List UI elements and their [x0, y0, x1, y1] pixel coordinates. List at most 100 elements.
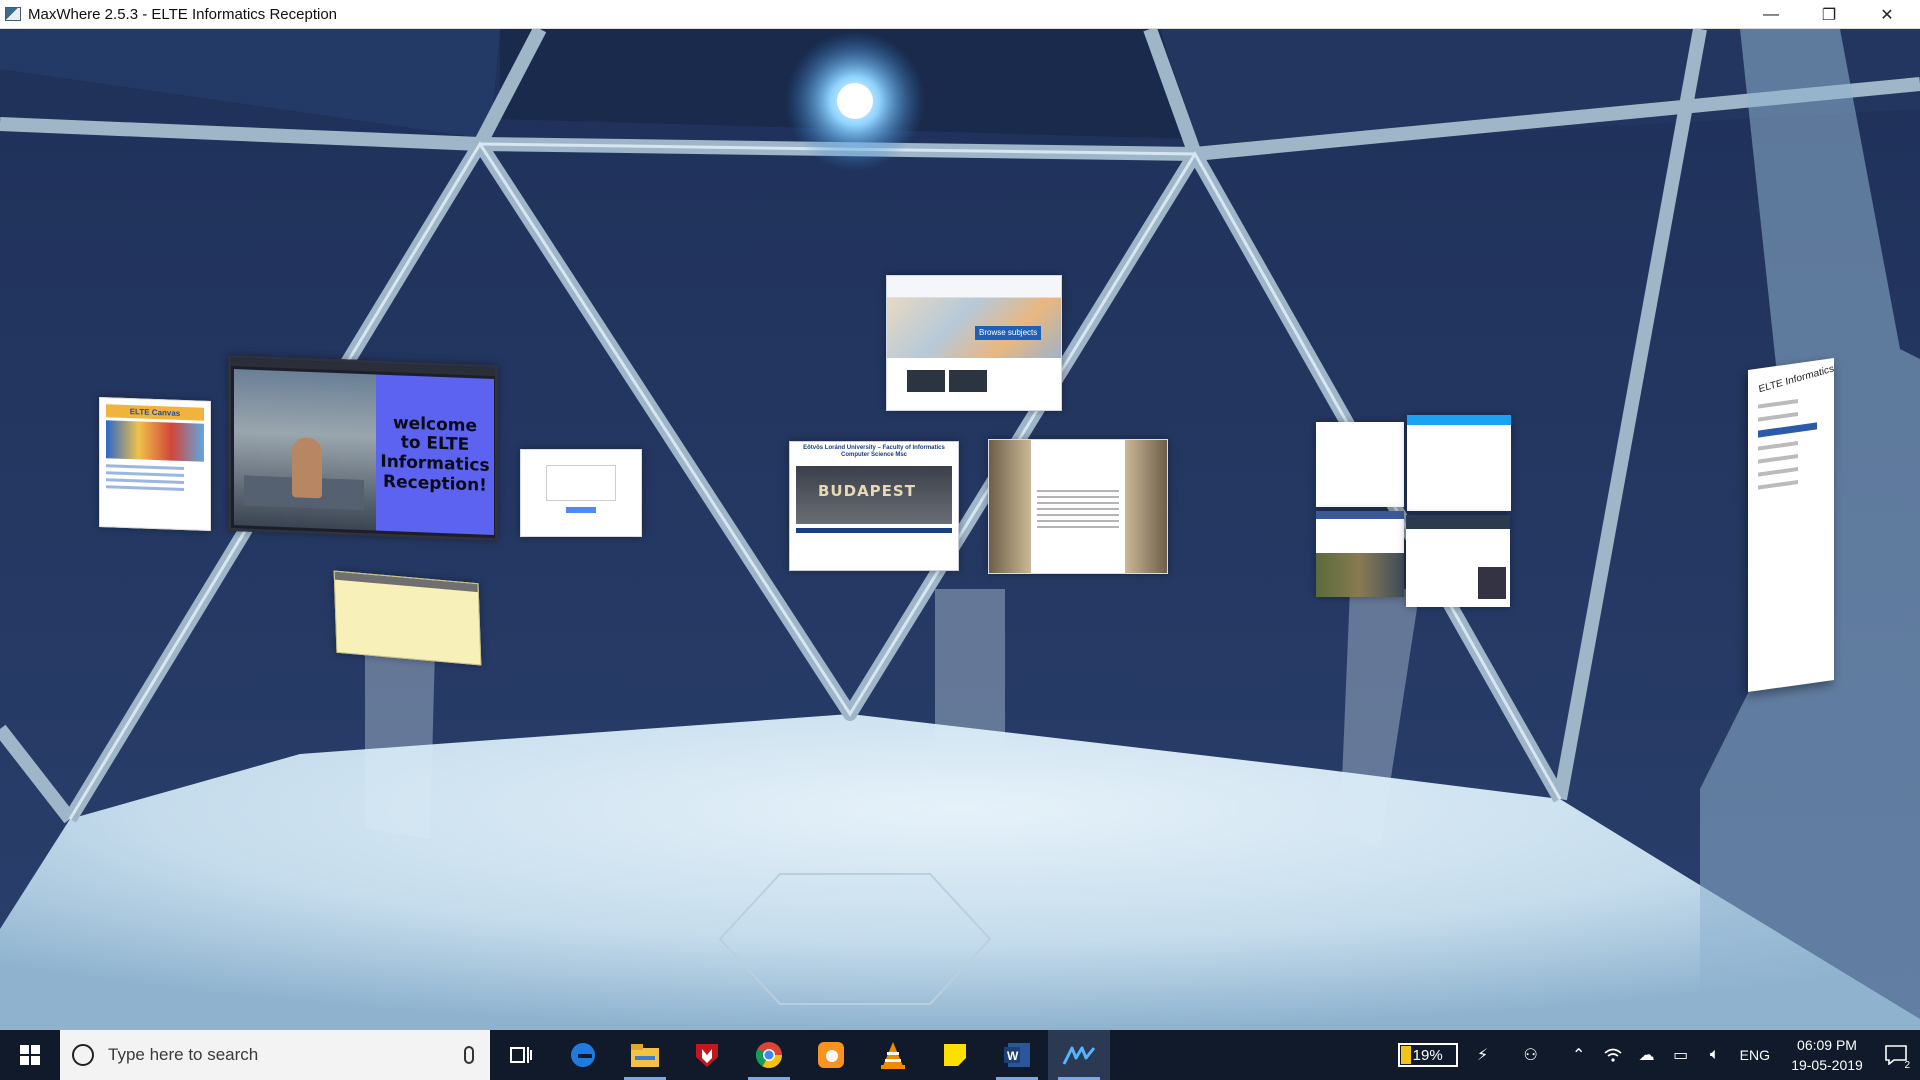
battery-tray-icon[interactable]: ▭ — [1668, 1042, 1694, 1068]
news-image — [1478, 567, 1506, 599]
menu-item[interactable] — [1758, 480, 1798, 490]
chevron-up-icon[interactable]: ⌃ — [1566, 1042, 1592, 1068]
windows-taskbar: Type here to search W 19% ⚡ ⚇ ⌃ ☁ ▭ 🔈︎ E… — [0, 1030, 1920, 1080]
welcome-presentation-panel[interactable]: welcome to ELTE Informatics Reception! — [228, 354, 498, 542]
battery-indicator[interactable]: 19% — [1397, 1043, 1458, 1067]
google-signin-panel[interactable] — [520, 449, 642, 537]
sticky-notes-icon — [944, 1044, 966, 1066]
windows-logo-icon — [20, 1045, 40, 1065]
menu-item[interactable] — [1758, 441, 1798, 451]
close-button[interactable]: ✕ — [1858, 0, 1916, 29]
close-icon: ✕ — [1880, 6, 1894, 24]
start-button[interactable] — [0, 1030, 60, 1080]
notification-count: 2 — [1904, 1060, 1910, 1071]
browse-subjects-button: Browse subjects — [975, 326, 1042, 340]
facebook-header — [1316, 511, 1404, 519]
news-header — [1406, 515, 1510, 529]
elte-canvas-panel[interactable]: ELTE Canvas — [99, 397, 211, 531]
battery-fill — [1400, 1046, 1411, 1064]
input-language[interactable]: ENG — [1740, 1047, 1770, 1063]
menu-item[interactable] — [1758, 454, 1798, 464]
cs-msc-panel[interactable]: Eötvös Loránd University – Faculty of In… — [789, 441, 959, 571]
signin-form — [546, 465, 616, 501]
battery-percent: 19% — [1412, 1046, 1443, 1064]
uc-browser-icon — [818, 1042, 844, 1068]
signin-button — [566, 507, 596, 513]
canvas-panel-title: ELTE Canvas — [106, 404, 204, 421]
system-tray: 19% ⚡ ⚇ ⌃ ☁ ▭ 🔈︎ ENG 06:09 PM 19-05-2019… — [1397, 1030, 1920, 1080]
menu-item-selected[interactable] — [1758, 422, 1818, 438]
cs-msc-title: Eötvös Loránd University – Faculty of In… — [803, 445, 945, 459]
hero-image: Browse subjects — [887, 298, 1061, 358]
news-thumbnails — [907, 370, 1061, 392]
onedrive-cloud-icon[interactable]: ☁ — [1634, 1042, 1660, 1068]
maxwhere-icon — [1062, 1046, 1096, 1065]
sticky-notes-app[interactable] — [924, 1030, 986, 1080]
canvas-banner-image — [106, 420, 204, 462]
reception-menu-title: ELTE Informatics Reception — [1758, 358, 1834, 396]
welcome-slide: welcome to ELTE Informatics Reception! — [376, 374, 494, 536]
file-explorer-app[interactable] — [614, 1030, 676, 1080]
budapest-banner: BUDAPEST — [796, 466, 952, 525]
twitter-panel[interactable] — [1407, 415, 1511, 511]
facebook-panel[interactable] — [1316, 511, 1404, 597]
search-placeholder: Type here to search — [108, 1045, 259, 1064]
people-icon[interactable]: ⚇ — [1518, 1042, 1544, 1068]
university-subjects-panel[interactable]: Browse subjects — [886, 275, 1062, 411]
cortana-icon — [72, 1044, 94, 1066]
facebook-photos — [1316, 553, 1404, 597]
edge-icon — [571, 1043, 595, 1067]
task-view-icon — [510, 1047, 532, 1063]
menu-item[interactable] — [1758, 467, 1798, 477]
word-icon: W — [1004, 1043, 1030, 1067]
notes-panel[interactable] — [333, 570, 482, 666]
menu-item[interactable] — [1758, 412, 1798, 422]
power-plug-icon[interactable]: ⚡ — [1470, 1042, 1496, 1068]
chrome-app[interactable] — [738, 1030, 800, 1080]
window-title: MaxWhere 2.5.3 - ELTE Informatics Recept… — [28, 5, 338, 23]
uc-browser-app[interactable] — [800, 1030, 862, 1080]
chrome-icon — [755, 1042, 783, 1069]
minimize-button[interactable]: — — [1742, 0, 1800, 29]
svg-text:W: W — [1007, 1049, 1019, 1063]
cs-msc-stripe — [796, 528, 952, 534]
taskbar-search-box[interactable]: Type here to search — [60, 1030, 490, 1080]
word-app[interactable]: W — [986, 1030, 1048, 1080]
vlc-app[interactable] — [862, 1030, 924, 1080]
reception-photo — [234, 369, 376, 531]
blank-browser-panel[interactable] — [1316, 422, 1404, 507]
mcafee-app[interactable] — [676, 1030, 738, 1080]
folder-icon — [631, 1044, 659, 1067]
hall-image-right — [1125, 440, 1167, 573]
task-view-button[interactable] — [490, 1030, 552, 1080]
wifi-icon[interactable] — [1600, 1042, 1626, 1068]
minimize-icon: — — [1763, 5, 1779, 23]
maxwhere-3d-space[interactable]: ELTE Canvas welcome to ELTE Informatics … — [0, 29, 1920, 1030]
hall-image-left — [989, 440, 1031, 573]
restore-button[interactable]: ❐ — [1800, 0, 1858, 29]
menu-item[interactable] — [1758, 399, 1798, 409]
clock-date: 19-05-2019 — [1791, 1057, 1863, 1073]
vlc-cone-icon — [881, 1042, 905, 1069]
maxwhere-app[interactable] — [1048, 1030, 1110, 1080]
maxwhere-app-icon — [5, 7, 21, 21]
welcome-info-text — [1037, 486, 1119, 532]
site-nav — [887, 276, 1061, 298]
microphone-icon[interactable] — [464, 1046, 474, 1064]
action-center-button[interactable]: 2 — [1872, 1030, 1920, 1080]
twitter-header — [1407, 415, 1511, 425]
volume-icon[interactable]: 🔈︎ — [1702, 1042, 1728, 1068]
edge-app[interactable] — [552, 1030, 614, 1080]
mcafee-shield-icon — [696, 1044, 718, 1067]
taskbar-clock[interactable]: 06:09 PM 19-05-2019 — [1782, 1035, 1872, 1076]
welcome-slide-text: welcome to ELTE Informatics Reception! — [380, 413, 490, 496]
clock-time: 06:09 PM — [1797, 1036, 1857, 1053]
university-news-panel[interactable] — [1406, 515, 1510, 607]
restore-icon: ❐ — [1821, 6, 1837, 24]
budapest-banner-text: BUDAPEST — [818, 482, 916, 501]
canvas-link-list — [106, 464, 204, 492]
reception-menu-panel[interactable]: ELTE Informatics Reception — [1748, 357, 1834, 693]
person-shape — [292, 437, 322, 499]
window-title-bar[interactable]: MaxWhere 2.5.3 - ELTE Informatics Recept… — [0, 0, 1920, 29]
welcome-info-panel[interactable] — [988, 439, 1168, 574]
